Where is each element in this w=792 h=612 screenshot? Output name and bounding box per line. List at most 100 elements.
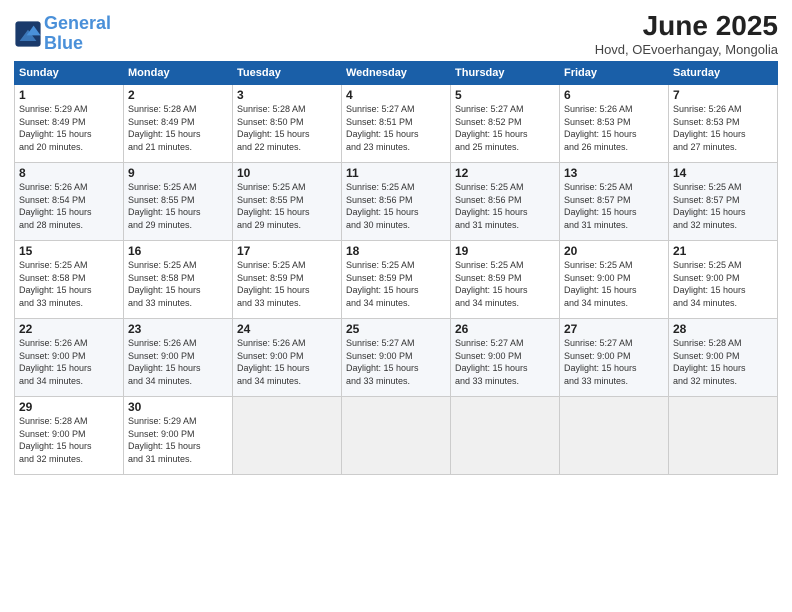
day-number: 1 [19,88,119,102]
calendar-header-friday: Friday [560,62,669,85]
day-number: 5 [455,88,555,102]
calendar-cell: 5Sunrise: 5:27 AM Sunset: 8:52 PM Daylig… [451,85,560,163]
day-number: 25 [346,322,446,336]
day-info: Sunrise: 5:27 AM Sunset: 8:51 PM Dayligh… [346,103,446,153]
calendar-header-sunday: Sunday [15,62,124,85]
day-info: Sunrise: 5:25 AM Sunset: 8:56 PM Dayligh… [455,181,555,231]
calendar-cell: 1Sunrise: 5:29 AM Sunset: 8:49 PM Daylig… [15,85,124,163]
calendar-cell [451,397,560,475]
day-number: 2 [128,88,228,102]
calendar-cell: 30Sunrise: 5:29 AM Sunset: 9:00 PM Dayli… [124,397,233,475]
day-number: 29 [19,400,119,414]
calendar-cell: 2Sunrise: 5:28 AM Sunset: 8:49 PM Daylig… [124,85,233,163]
calendar-cell: 10Sunrise: 5:25 AM Sunset: 8:55 PM Dayli… [233,163,342,241]
calendar-week-row: 1Sunrise: 5:29 AM Sunset: 8:49 PM Daylig… [15,85,778,163]
calendar-week-row: 8Sunrise: 5:26 AM Sunset: 8:54 PM Daylig… [15,163,778,241]
day-number: 8 [19,166,119,180]
page: General Blue June 2025 Hovd, OEvoerhanga… [0,0,792,612]
day-info: Sunrise: 5:26 AM Sunset: 8:53 PM Dayligh… [673,103,773,153]
day-number: 3 [237,88,337,102]
day-info: Sunrise: 5:27 AM Sunset: 9:00 PM Dayligh… [455,337,555,387]
day-info: Sunrise: 5:25 AM Sunset: 8:55 PM Dayligh… [128,181,228,231]
calendar-week-row: 29Sunrise: 5:28 AM Sunset: 9:00 PM Dayli… [15,397,778,475]
day-info: Sunrise: 5:28 AM Sunset: 9:00 PM Dayligh… [673,337,773,387]
day-number: 24 [237,322,337,336]
calendar-cell: 7Sunrise: 5:26 AM Sunset: 8:53 PM Daylig… [669,85,778,163]
calendar-week-row: 15Sunrise: 5:25 AM Sunset: 8:58 PM Dayli… [15,241,778,319]
day-number: 23 [128,322,228,336]
day-info: Sunrise: 5:28 AM Sunset: 8:49 PM Dayligh… [128,103,228,153]
calendar-cell: 9Sunrise: 5:25 AM Sunset: 8:55 PM Daylig… [124,163,233,241]
day-number: 20 [564,244,664,258]
day-number: 9 [128,166,228,180]
calendar-cell: 15Sunrise: 5:25 AM Sunset: 8:58 PM Dayli… [15,241,124,319]
calendar-cell: 27Sunrise: 5:27 AM Sunset: 9:00 PM Dayli… [560,319,669,397]
calendar-cell: 23Sunrise: 5:26 AM Sunset: 9:00 PM Dayli… [124,319,233,397]
calendar-header-saturday: Saturday [669,62,778,85]
calendar-cell: 12Sunrise: 5:25 AM Sunset: 8:56 PM Dayli… [451,163,560,241]
calendar-cell: 16Sunrise: 5:25 AM Sunset: 8:58 PM Dayli… [124,241,233,319]
calendar-header-tuesday: Tuesday [233,62,342,85]
day-info: Sunrise: 5:25 AM Sunset: 8:59 PM Dayligh… [455,259,555,309]
logo: General Blue [14,14,111,54]
calendar-cell: 11Sunrise: 5:25 AM Sunset: 8:56 PM Dayli… [342,163,451,241]
day-number: 7 [673,88,773,102]
day-info: Sunrise: 5:25 AM Sunset: 8:59 PM Dayligh… [346,259,446,309]
day-info: Sunrise: 5:29 AM Sunset: 9:00 PM Dayligh… [128,415,228,465]
day-info: Sunrise: 5:25 AM Sunset: 9:00 PM Dayligh… [673,259,773,309]
day-info: Sunrise: 5:29 AM Sunset: 8:49 PM Dayligh… [19,103,119,153]
calendar-cell: 4Sunrise: 5:27 AM Sunset: 8:51 PM Daylig… [342,85,451,163]
day-info: Sunrise: 5:25 AM Sunset: 8:58 PM Dayligh… [19,259,119,309]
day-info: Sunrise: 5:26 AM Sunset: 8:53 PM Dayligh… [564,103,664,153]
day-number: 10 [237,166,337,180]
calendar-cell: 8Sunrise: 5:26 AM Sunset: 8:54 PM Daylig… [15,163,124,241]
calendar-cell: 6Sunrise: 5:26 AM Sunset: 8:53 PM Daylig… [560,85,669,163]
calendar-cell: 22Sunrise: 5:26 AM Sunset: 9:00 PM Dayli… [15,319,124,397]
day-number: 18 [346,244,446,258]
day-number: 17 [237,244,337,258]
day-info: Sunrise: 5:25 AM Sunset: 8:59 PM Dayligh… [237,259,337,309]
day-info: Sunrise: 5:28 AM Sunset: 9:00 PM Dayligh… [19,415,119,465]
calendar-cell [233,397,342,475]
calendar-cell: 13Sunrise: 5:25 AM Sunset: 8:57 PM Dayli… [560,163,669,241]
day-info: Sunrise: 5:26 AM Sunset: 8:54 PM Dayligh… [19,181,119,231]
day-number: 14 [673,166,773,180]
day-info: Sunrise: 5:25 AM Sunset: 8:58 PM Dayligh… [128,259,228,309]
day-number: 12 [455,166,555,180]
calendar-cell: 28Sunrise: 5:28 AM Sunset: 9:00 PM Dayli… [669,319,778,397]
day-number: 28 [673,322,773,336]
day-number: 19 [455,244,555,258]
day-info: Sunrise: 5:25 AM Sunset: 8:55 PM Dayligh… [237,181,337,231]
calendar-header-row: SundayMondayTuesdayWednesdayThursdayFrid… [15,62,778,85]
calendar-cell: 26Sunrise: 5:27 AM Sunset: 9:00 PM Dayli… [451,319,560,397]
day-number: 22 [19,322,119,336]
day-number: 21 [673,244,773,258]
day-info: Sunrise: 5:25 AM Sunset: 8:56 PM Dayligh… [346,181,446,231]
day-info: Sunrise: 5:25 AM Sunset: 8:57 PM Dayligh… [564,181,664,231]
subtitle: Hovd, OEvoerhangay, Mongolia [595,42,778,57]
calendar-header-thursday: Thursday [451,62,560,85]
day-number: 6 [564,88,664,102]
day-info: Sunrise: 5:26 AM Sunset: 9:00 PM Dayligh… [237,337,337,387]
day-number: 16 [128,244,228,258]
day-number: 26 [455,322,555,336]
title-block: June 2025 Hovd, OEvoerhangay, Mongolia [595,10,778,57]
calendar-cell: 3Sunrise: 5:28 AM Sunset: 8:50 PM Daylig… [233,85,342,163]
day-number: 15 [19,244,119,258]
day-info: Sunrise: 5:27 AM Sunset: 8:52 PM Dayligh… [455,103,555,153]
calendar-header-monday: Monday [124,62,233,85]
calendar-cell [560,397,669,475]
logo-text: General Blue [44,14,111,54]
day-info: Sunrise: 5:28 AM Sunset: 8:50 PM Dayligh… [237,103,337,153]
calendar-table: SundayMondayTuesdayWednesdayThursdayFrid… [14,61,778,475]
day-number: 11 [346,166,446,180]
calendar-cell: 14Sunrise: 5:25 AM Sunset: 8:57 PM Dayli… [669,163,778,241]
day-number: 13 [564,166,664,180]
day-number: 4 [346,88,446,102]
calendar-cell: 24Sunrise: 5:26 AM Sunset: 9:00 PM Dayli… [233,319,342,397]
day-info: Sunrise: 5:26 AM Sunset: 9:00 PM Dayligh… [128,337,228,387]
day-number: 27 [564,322,664,336]
day-info: Sunrise: 5:27 AM Sunset: 9:00 PM Dayligh… [564,337,664,387]
calendar-cell: 21Sunrise: 5:25 AM Sunset: 9:00 PM Dayli… [669,241,778,319]
calendar-cell [669,397,778,475]
